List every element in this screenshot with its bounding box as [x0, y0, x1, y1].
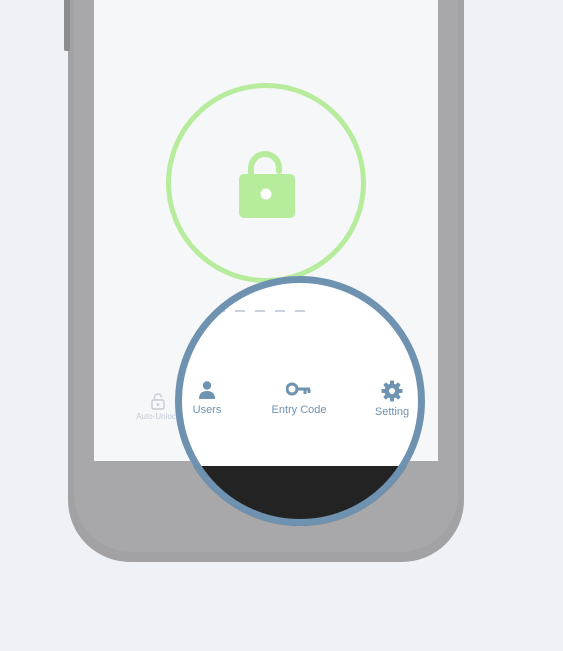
tab-setting[interactable]: Setting	[367, 380, 417, 418]
dashed-divider	[215, 310, 315, 312]
tab-users[interactable]: Users	[187, 380, 227, 416]
tab-entry-code[interactable]: Entry Code	[269, 380, 329, 416]
tab-entry-code-label: Entry Code	[271, 404, 327, 416]
magnifier-zoom: Users Entry Code Setting	[175, 276, 425, 526]
padlock-icon	[151, 393, 165, 410]
phone-side-button	[64, 0, 70, 51]
gear-icon	[381, 380, 403, 402]
unlocked-padlock-icon[interactable]	[234, 146, 298, 222]
key-icon	[286, 382, 311, 396]
user-icon	[199, 381, 215, 399]
tab-setting-label: Setting	[374, 406, 410, 418]
phone-bezel-zoomed	[175, 466, 425, 526]
tab-users-label: Users	[192, 404, 222, 416]
